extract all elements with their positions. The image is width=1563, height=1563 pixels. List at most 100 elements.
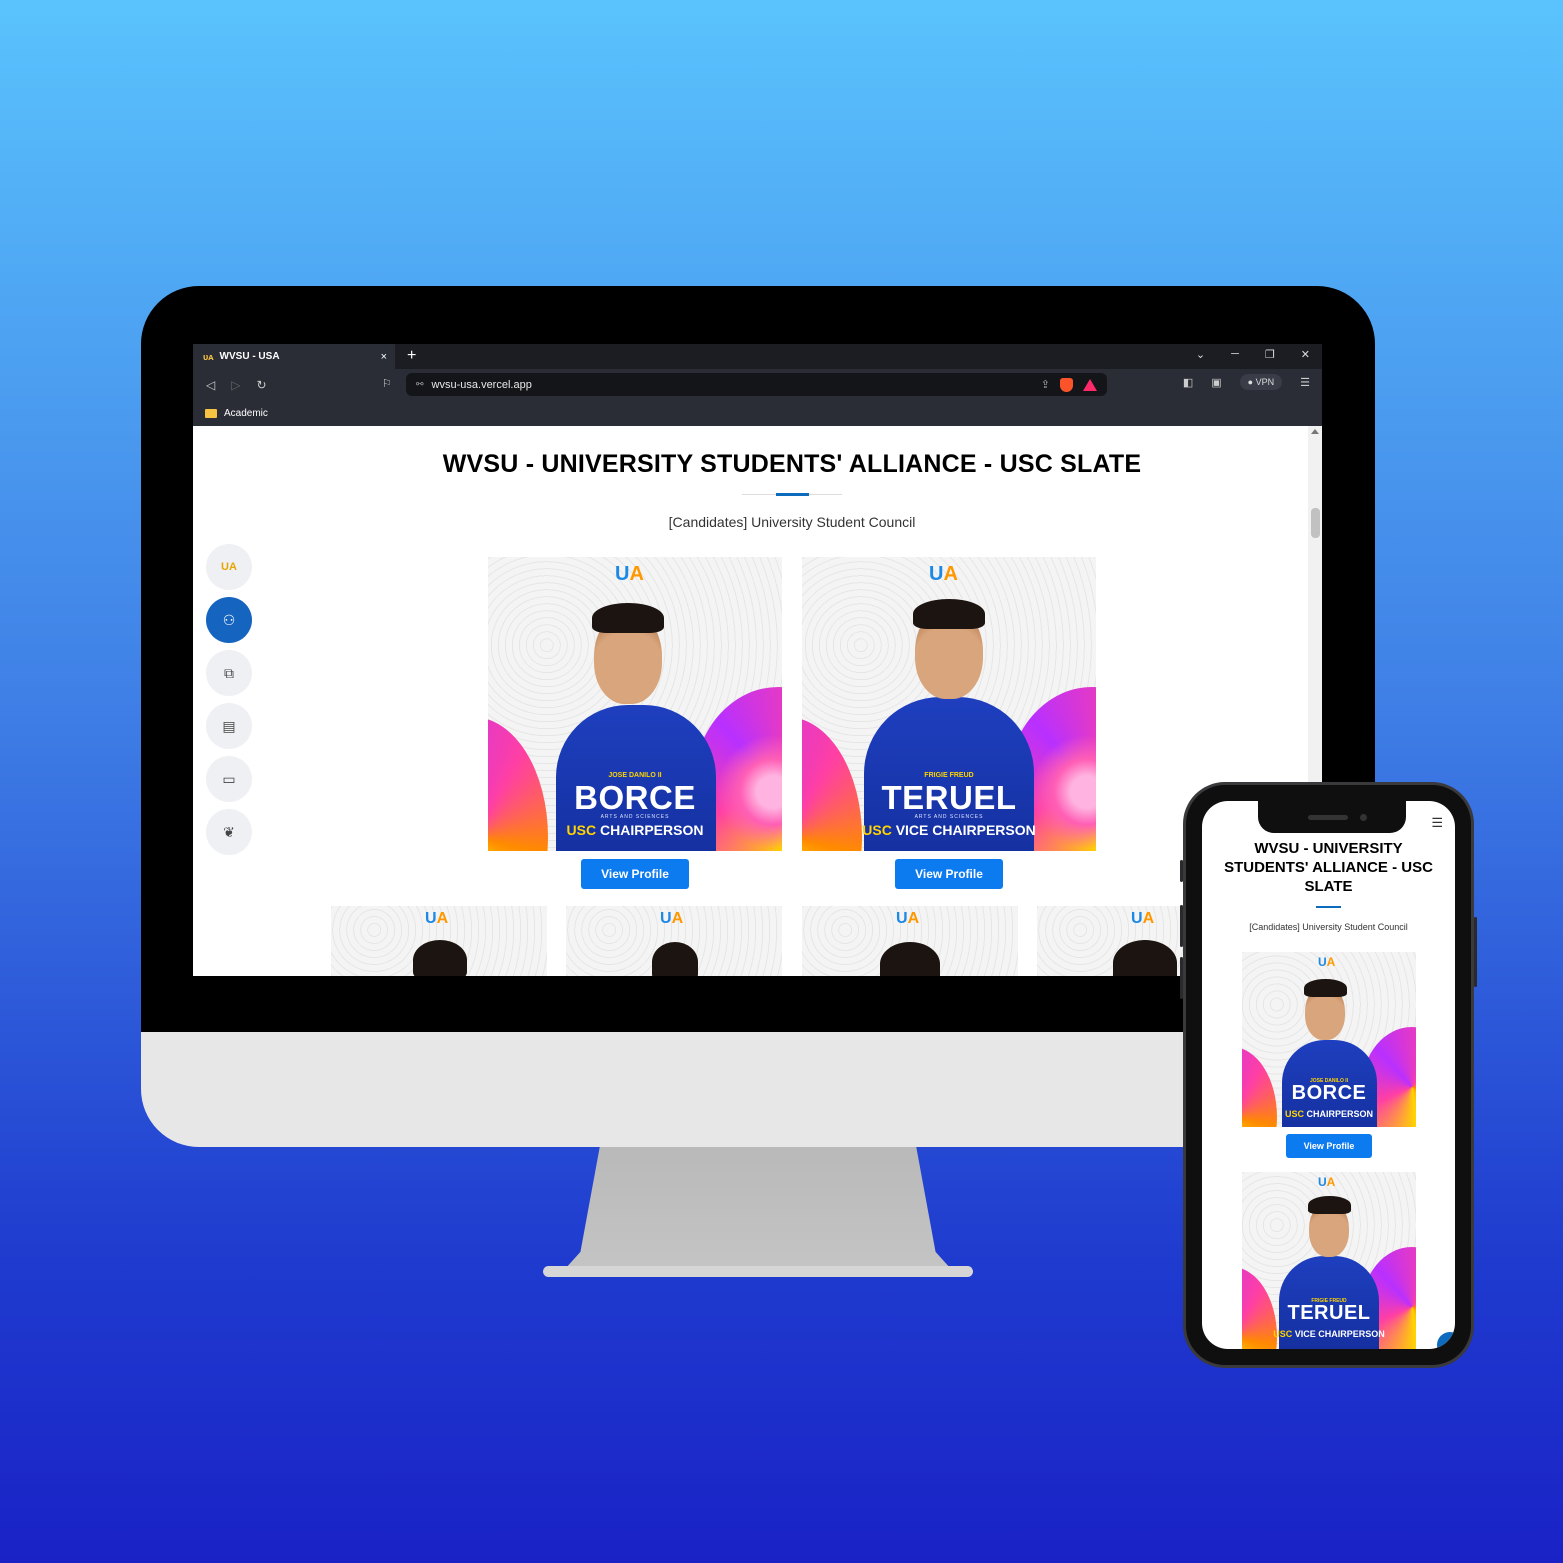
browser-toolbar: ◁ ▷ ↻ ⚐ ⚯ wvsu-usa.vercel.app ⇪ ◧ ▣ ● VP…: [193, 369, 1322, 400]
nav-buttons: ◁ ▷ ↻: [193, 378, 378, 392]
bookmarks-bar: Academic: [193, 400, 1322, 426]
role-prefix: USC: [566, 822, 597, 838]
phone-screen: ☰ WVSU - UNIVERSITY STUDENTS' ALLIANCE -…: [1202, 801, 1455, 1349]
sidebar-toggle-icon[interactable]: ◧: [1183, 376, 1193, 389]
tab-title: WVSU - USA: [219, 351, 280, 362]
candidate-hair: [1113, 940, 1177, 976]
bookmark-folder-academic[interactable]: Academic: [224, 408, 268, 419]
users-icon: ⚇: [222, 611, 236, 628]
scrollbar-thumb[interactable]: [1311, 508, 1320, 538]
toolbar-actions: ◧ ▣ ● VPN ☰: [1183, 374, 1310, 390]
phone-button-right: [1474, 917, 1477, 987]
ua-logo-icon: UA: [896, 910, 920, 927]
title-divider-accent: [776, 493, 809, 496]
role-prefix: USC: [862, 822, 892, 838]
side-nav-portfolio[interactable]: ▭: [206, 756, 252, 802]
candidate-last-name: BORCE: [574, 779, 696, 816]
side-nav-candidates[interactable]: ⚇: [206, 597, 252, 643]
imac-foot: [543, 1266, 973, 1277]
share-icon[interactable]: ⇪: [1041, 378, 1050, 391]
candidate-role: USC CHAIRPERSON: [488, 822, 782, 838]
role-prefix: USC: [1284, 1109, 1304, 1119]
brave-shield-icon[interactable]: [1060, 377, 1073, 392]
view-profile-button-2[interactable]: View Profile: [895, 859, 1003, 889]
scroll-up-arrow-icon[interactable]: [1311, 429, 1319, 434]
menu-icon[interactable]: ☰: [1300, 376, 1310, 389]
candidate-college: ARTS AND SCIENCES: [600, 814, 670, 820]
phone-button-left: [1180, 905, 1183, 947]
mobile-title-divider: [1316, 906, 1341, 908]
candidate-last-name: TERUEL: [881, 779, 1017, 816]
minimize-icon[interactable]: ─: [1231, 348, 1239, 361]
phone-speaker: [1308, 815, 1348, 820]
browser-tab[interactable]: ᴜᴀ WVSU - USA ×: [193, 344, 395, 369]
new-tab-button[interactable]: +: [407, 347, 416, 365]
candidate-role: USC CHAIRPERSON: [1242, 1109, 1416, 1119]
role-prefix: USC: [1273, 1329, 1293, 1339]
restore-icon[interactable]: ❐: [1265, 348, 1275, 361]
close-tab-icon[interactable]: ×: [381, 351, 387, 363]
side-nav-advocacy[interactable]: ❦: [206, 809, 252, 855]
phone-button-left: [1180, 860, 1183, 882]
document-icon: ▤: [222, 717, 236, 734]
view-profile-button-1[interactable]: View Profile: [581, 859, 689, 889]
candidate-hair: [652, 942, 698, 976]
address-bar[interactable]: ⚯ wvsu-usa.vercel.app ⇪: [406, 373, 1107, 396]
leaf-icon: ❦: [223, 823, 235, 840]
candidate-last-name: TERUEL: [1287, 1302, 1371, 1324]
reload-icon[interactable]: ↻: [256, 378, 266, 392]
ua-logo-icon: UA: [929, 563, 958, 585]
ua-logo-icon: UA: [221, 561, 237, 573]
briefcase-icon: ▭: [222, 770, 236, 787]
close-window-icon[interactable]: ✕: [1301, 348, 1310, 361]
candidate-college: ARTS AND SCIENCES: [914, 814, 984, 820]
site-favicon-icon: ᴜᴀ: [203, 351, 214, 362]
bookmark-icon[interactable]: ⚐: [382, 377, 392, 390]
tab-bar: ᴜᴀ WVSU - USA × + ⌄ ─ ❐ ✕: [193, 344, 1322, 369]
folder-icon: [205, 408, 217, 418]
browser-window: ᴜᴀ WVSU - USA × + ⌄ ─ ❐ ✕ ◁ ▷ ↻ ⚐ ⚯ wvsu…: [193, 344, 1322, 976]
hamburger-icon[interactable]: ☰: [1431, 815, 1443, 831]
candidate-hair: [592, 603, 664, 633]
role-title: VICE CHAIRPERSON: [895, 822, 1036, 838]
phone-camera: [1360, 814, 1367, 821]
candidate-hair: [880, 942, 940, 976]
candidate-poster-1: UA JOSE DANILO II BORCE ARTS AND SCIENCE…: [488, 557, 782, 851]
side-navigation: UA ⚇ ⧉ ▤ ▭ ❦: [206, 544, 252, 855]
forward-icon[interactable]: ▷: [231, 378, 240, 392]
candidate-poster-2: UA FRIGIE FREUD TERUEL ARTS AND SCIENCES…: [802, 557, 1096, 851]
candidate-role: USC VICE CHAIRPERSON: [1242, 1329, 1416, 1339]
candidate-hair: [413, 940, 467, 976]
candidate-first-name: JOSE DANILO II: [608, 772, 662, 779]
phone-device: ☰ WVSU - UNIVERSITY STUDENTS' ALLIANCE -…: [1180, 782, 1477, 1368]
window-controls: ⌄ ─ ❐ ✕: [1196, 348, 1310, 361]
phone-notch: [1258, 801, 1406, 833]
role-title: CHAIRPERSON: [599, 822, 704, 838]
vpn-label: VPN: [1255, 377, 1275, 387]
brave-rewards-icon[interactable]: [1083, 378, 1097, 391]
mobile-page-subtitle: [Candidates] University Student Council: [1249, 922, 1408, 932]
candidate-hair: [1304, 979, 1347, 997]
wallet-icon[interactable]: ▣: [1211, 376, 1221, 389]
ua-logo-icon: UA: [425, 910, 449, 927]
side-nav-documents[interactable]: ▤: [206, 703, 252, 749]
mobile-page-title: WVSU - UNIVERSITY STUDENTS' ALLIANCE - U…: [1224, 840, 1433, 895]
role-title: CHAIRPERSON: [1306, 1109, 1374, 1119]
role-title: VICE CHAIRPERSON: [1294, 1329, 1385, 1339]
side-nav-platform[interactable]: ⧉: [206, 650, 252, 696]
page-subtitle: [Candidates] University Student Council: [668, 514, 916, 530]
url-text: wvsu-usa.vercel.app: [431, 378, 532, 391]
phone-button-left: [1180, 957, 1183, 999]
arrow-up-icon[interactable]: ↑: [1437, 1332, 1455, 1349]
ua-logo-icon: UA: [660, 910, 684, 927]
candidate-hair: [1308, 1196, 1351, 1214]
tab-search-icon[interactable]: ⌄: [1196, 348, 1205, 361]
back-icon[interactable]: ◁: [206, 378, 215, 392]
candidate-last-name: BORCE: [1291, 1082, 1367, 1104]
vpn-button[interactable]: ● VPN: [1239, 374, 1283, 390]
candidate-first-name: FRIGIE FREUD: [924, 772, 974, 779]
side-nav-home[interactable]: UA: [206, 544, 252, 590]
site-info-icon[interactable]: ⚯: [416, 379, 424, 390]
ua-logo-icon: UA: [1318, 1175, 1336, 1189]
mobile-view-profile-button-1[interactable]: View Profile: [1286, 1134, 1372, 1158]
